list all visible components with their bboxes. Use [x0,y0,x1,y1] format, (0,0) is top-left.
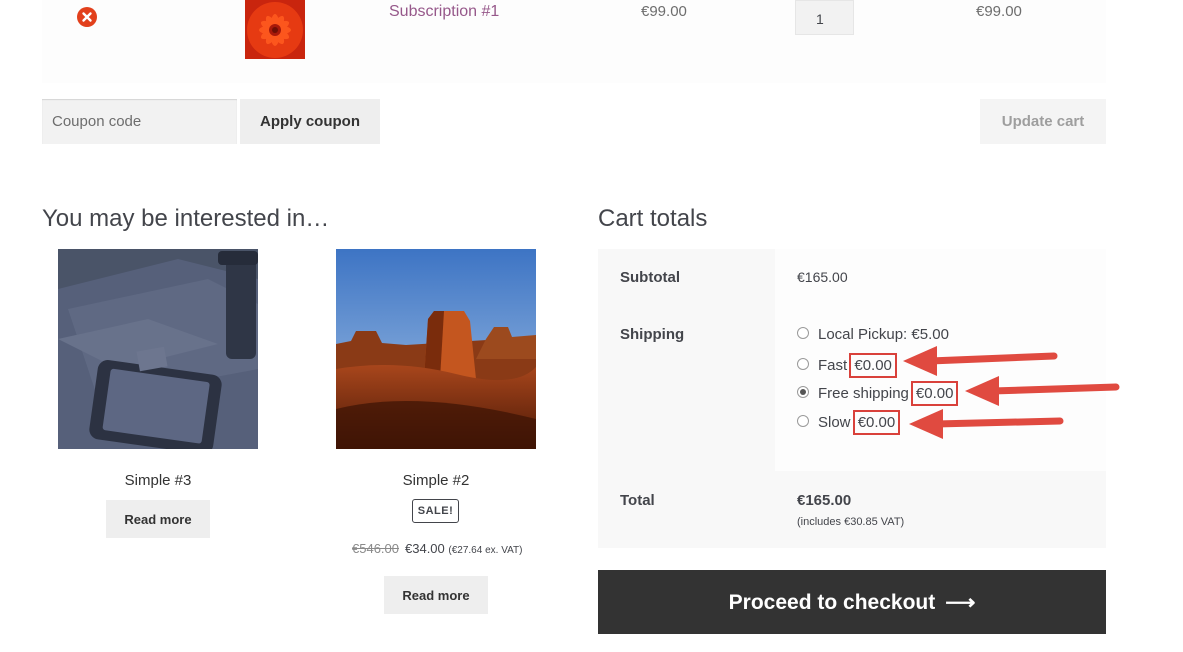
highlighted-price-free: €0.00 [910,381,959,406]
remove-icon[interactable] [77,7,97,27]
update-cart-button[interactable]: Update cart [980,99,1106,144]
product-title-simple-2[interactable]: Simple #2 [336,472,536,489]
item-price: €99.00 [641,3,687,20]
shipping-option-free[interactable]: Free shipping €0.00 [797,381,959,406]
product-link-subscription[interactable]: Subscription #1 [389,3,499,21]
radio-fast[interactable] [797,358,809,371]
shipping-option-local-pickup[interactable]: Local Pickup: €5.00 [797,326,949,343]
item-subtotal: €99.00 [976,3,1022,20]
highlighted-price-fast: €0.00 [849,353,897,378]
product-price-simple-2: €546.00 €34.00 (€27.64 ex. VAT) [352,541,523,556]
proceed-to-checkout-button[interactable]: Proceed to checkout ⟶ [598,570,1106,634]
product-card-simple-2 [336,249,536,449]
apply-coupon-button[interactable]: Apply coupon [240,99,380,144]
highlighted-price-slow: €0.00 [852,410,901,435]
cart-totals-title: Cart totals [598,205,708,232]
total-vat-note: (includes €30.85 VAT) [797,516,905,528]
sale-badge: SALE! [412,499,459,523]
read-more-button-simple-3[interactable]: Read more [106,500,210,538]
radio-local-pickup[interactable] [797,327,809,340]
price-vat-note: (€27.64 ex. VAT) [448,545,523,556]
product-image-simple-2[interactable] [336,249,536,449]
cart-totals-table: Subtotal €165.00 Shipping Total Local Pi… [598,249,1106,548]
total-cell [775,471,1106,548]
radio-free-shipping[interactable] [797,386,809,399]
shipping-option-label: Slow [818,414,851,431]
shipping-option-label: Fast [818,357,848,374]
sale-price: €34.00 [405,541,445,556]
shipping-option-slow[interactable]: Slow €0.00 [797,410,901,435]
total-value: €165.00 [797,492,852,509]
product-image-simple-3[interactable] [58,249,258,449]
quantity-input[interactable]: 1 [795,0,854,35]
shipping-option-label: Free shipping [818,385,909,402]
close-icon [82,12,92,22]
cart-item-row [42,0,1106,83]
old-price: €546.00 [352,541,399,556]
subtotal-label: Subtotal [598,249,775,306]
read-more-button-simple-2[interactable]: Read more [384,576,488,614]
product-card-simple-3 [58,249,258,449]
coupon-code-input[interactable] [42,99,237,144]
checkout-label: Proceed to checkout [728,590,936,614]
product-title-simple-3[interactable]: Simple #3 [58,472,258,489]
shipping-label: Shipping [598,306,775,471]
total-label: Total [598,471,775,548]
shipping-option-label: Local Pickup: €5.00 [818,326,949,343]
shipping-option-fast[interactable]: Fast €0.00 [797,353,897,378]
cross-sells-title: You may be interested in… [42,205,330,232]
arrow-right-icon: ⟶ [945,590,976,614]
product-thumbnail[interactable] [245,0,305,59]
radio-slow[interactable] [797,415,809,428]
subtotal-value: €165.00 [775,249,1106,306]
